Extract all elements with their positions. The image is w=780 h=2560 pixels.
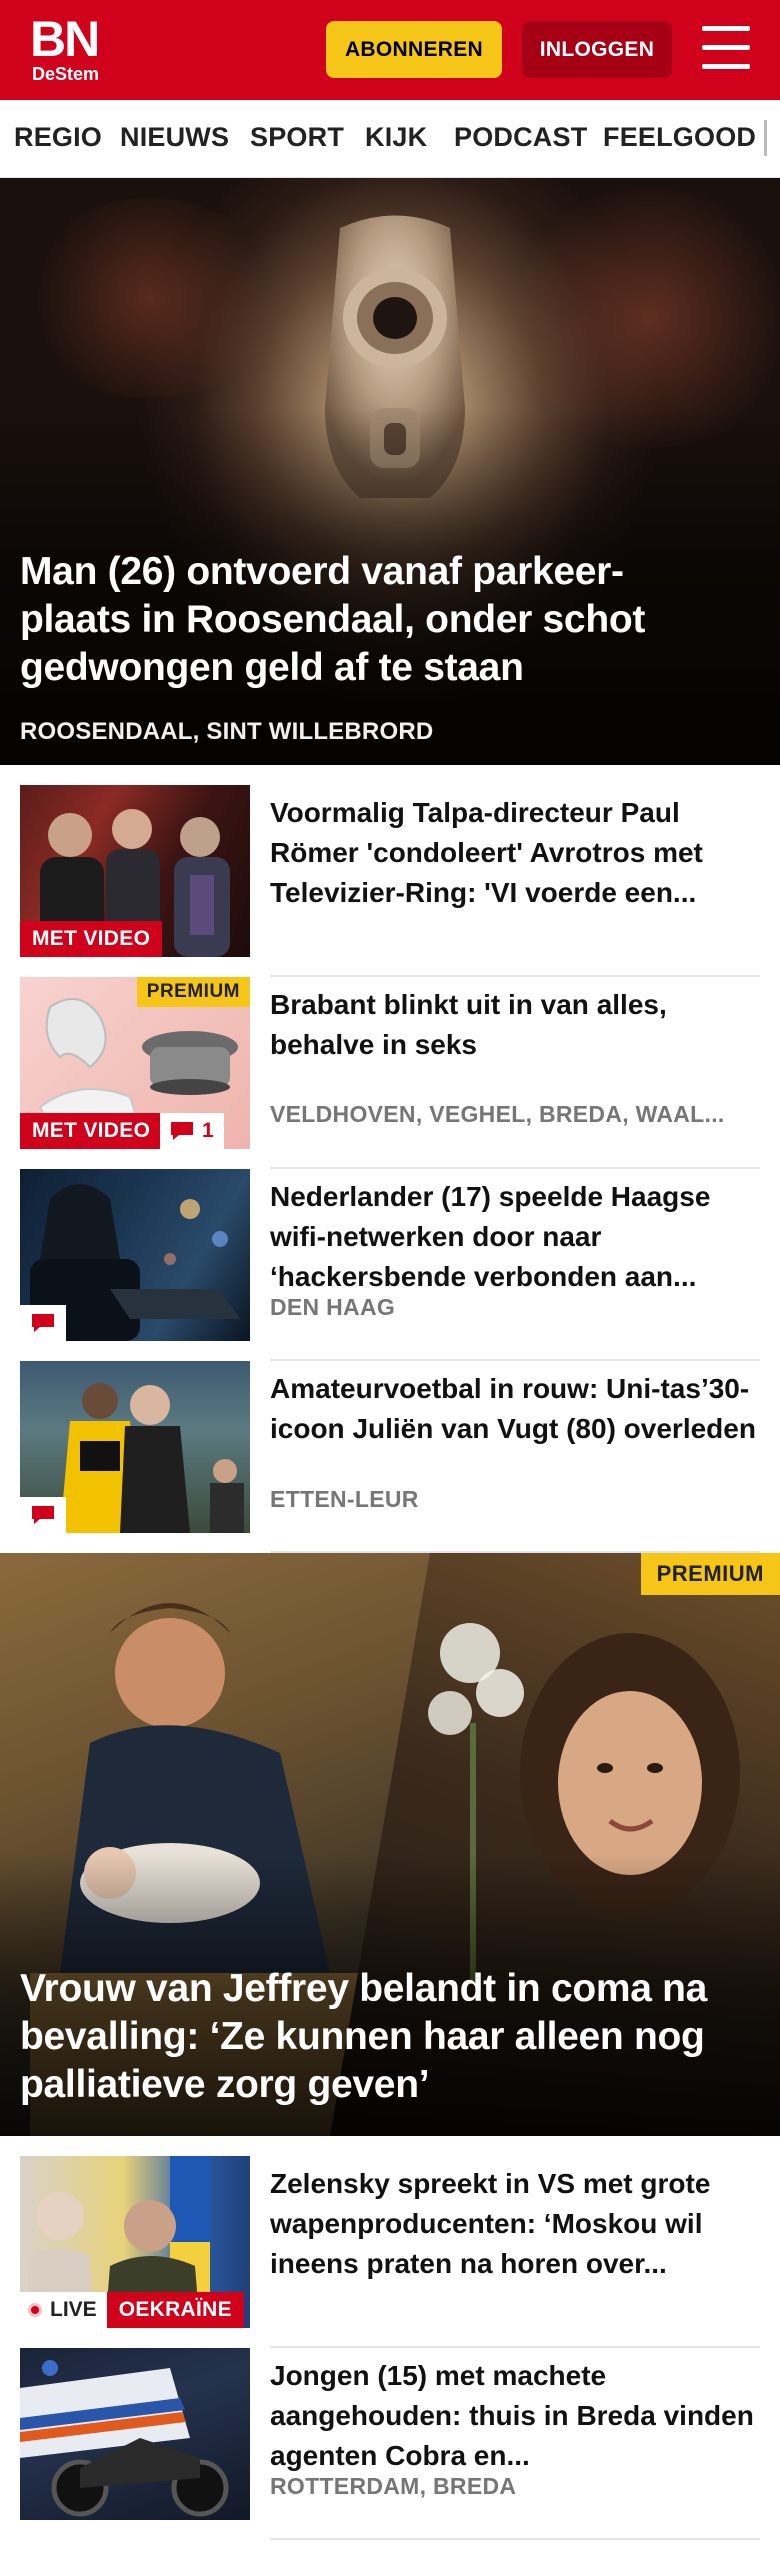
- divider: [270, 2538, 760, 2540]
- comment-icon: [32, 1314, 54, 1332]
- live-dot-icon: [28, 2303, 42, 2317]
- feature-title[interactable]: Vrouw van Jeffrey belandt in coma na bev…: [20, 1965, 760, 2109]
- site-logo[interactable]: BN DeStem: [30, 14, 114, 86]
- nav-item-regio[interactable]: REGIO: [14, 122, 102, 153]
- nav-item-feelgood[interactable]: FEELGOOD: [603, 122, 756, 153]
- comment-badge[interactable]: [20, 1497, 66, 1533]
- nav-item-podcast[interactable]: PODCAST: [454, 122, 587, 153]
- article-title[interactable]: Voormalig Talpa-directeur Paul Römer 'co…: [270, 793, 760, 913]
- article-title[interactable]: Nederlander (17) speelde Haagse wifi-net…: [270, 1177, 760, 1297]
- hero-location: ROOSENDAAL, SINT WILLEBRORD: [20, 718, 434, 745]
- list-item[interactable]: Nederlander (17) speelde Haagse wifi-net…: [20, 1169, 760, 1361]
- article-thumbnail: [20, 1361, 250, 1533]
- list-item[interactable]: LIVE OEKRAÏNE Zelensky spreekt in VS met…: [20, 2156, 760, 2348]
- live-label: LIVE: [50, 2298, 97, 2321]
- nav-item-kijk[interactable]: KIJK: [365, 122, 427, 153]
- article-thumbnail: [20, 2348, 250, 2520]
- nav-scroll-hint: [764, 120, 767, 156]
- article-title[interactable]: Jongen (15) met machete aangehouden: thu…: [270, 2356, 760, 2476]
- live-indicator: LIVE: [20, 2292, 107, 2328]
- nav-item-sport[interactable]: SPORT: [250, 122, 344, 153]
- article-thumbnail: LIVE OEKRAÏNE: [20, 2156, 250, 2328]
- comment-count-badge[interactable]: 1: [160, 1113, 224, 1149]
- article-title[interactable]: Amateurvoetbal in rouw: Uni-tas’30-icoon…: [270, 1369, 760, 1449]
- list-item[interactable]: Amateurvoetbal in rouw: Uni-tas’30-icoon…: [20, 1361, 760, 1553]
- comment-icon: [32, 1506, 54, 1524]
- thumbnail-image: [20, 2360, 229, 2517]
- article-title[interactable]: Zelensky spreekt in VS met grote wapenpr…: [270, 2164, 760, 2284]
- comment-icon: [171, 1122, 193, 1140]
- article-location: ROTTERDAM, BREDA: [270, 2473, 517, 2499]
- article-thumbnail: [20, 1169, 250, 1341]
- article-location: VELDHOVEN, VEGHEL, BREDA, WAAL...: [270, 1101, 725, 1127]
- menu-icon[interactable]: [700, 26, 752, 72]
- premium-badge: PREMIUM: [640, 1553, 780, 1595]
- hero-bg-blur: [20, 198, 280, 398]
- premium-badge: PREMIUM: [136, 977, 250, 1007]
- list-item[interactable]: Jongen (15) met machete aangehouden: thu…: [20, 2348, 760, 2540]
- video-badge: MET VIDEO: [20, 921, 163, 957]
- article-location: DEN HAAG: [270, 1294, 396, 1320]
- section-nav: REGIO NIEUWS SPORT KIJK PODCAST FEELGOOD: [0, 100, 780, 178]
- hero-article[interactable]: Man (26) ontvoerd vanaf parkeer-plaats i…: [0, 178, 780, 765]
- article-thumbnail: MET VIDEO: [20, 785, 250, 957]
- article-title[interactable]: Brabant blinkt uit in van alles, behalve…: [270, 985, 760, 1065]
- logo-destem: DeStem: [32, 64, 100, 84]
- article-location: ETTEN-LEUR: [270, 1486, 419, 1512]
- subscribe-button[interactable]: ABONNEREN: [326, 21, 502, 78]
- login-button[interactable]: INLOGGEN: [522, 21, 672, 78]
- logo-bn: BN: [30, 11, 100, 67]
- live-badge: LIVE OEKRAÏNE: [20, 2292, 244, 2328]
- nav-item-nieuws[interactable]: NIEUWS: [120, 122, 229, 153]
- comment-count: 1: [202, 1119, 214, 1142]
- feature-article[interactable]: PREMIUM Vrouw van Jeffrey belandt in com…: [0, 1553, 780, 2136]
- video-badge: MET VIDEO: [20, 1113, 163, 1149]
- site-header: BN DeStem ABONNEREN INLOGGEN: [0, 0, 780, 100]
- hero-title[interactable]: Man (26) ontvoerd vanaf parkeer-plaats i…: [20, 548, 720, 692]
- list-item[interactable]: PREMIUM MET VIDEO 1 Brabant blinkt uit i…: [20, 977, 760, 1169]
- topic-label: OEKRAÏNE: [106, 2292, 244, 2328]
- article-thumbnail: PREMIUM MET VIDEO 1: [20, 977, 250, 1149]
- comment-badge[interactable]: [20, 1305, 66, 1341]
- list-item[interactable]: MET VIDEO Voormalig Talpa-directeur Paul…: [20, 785, 760, 977]
